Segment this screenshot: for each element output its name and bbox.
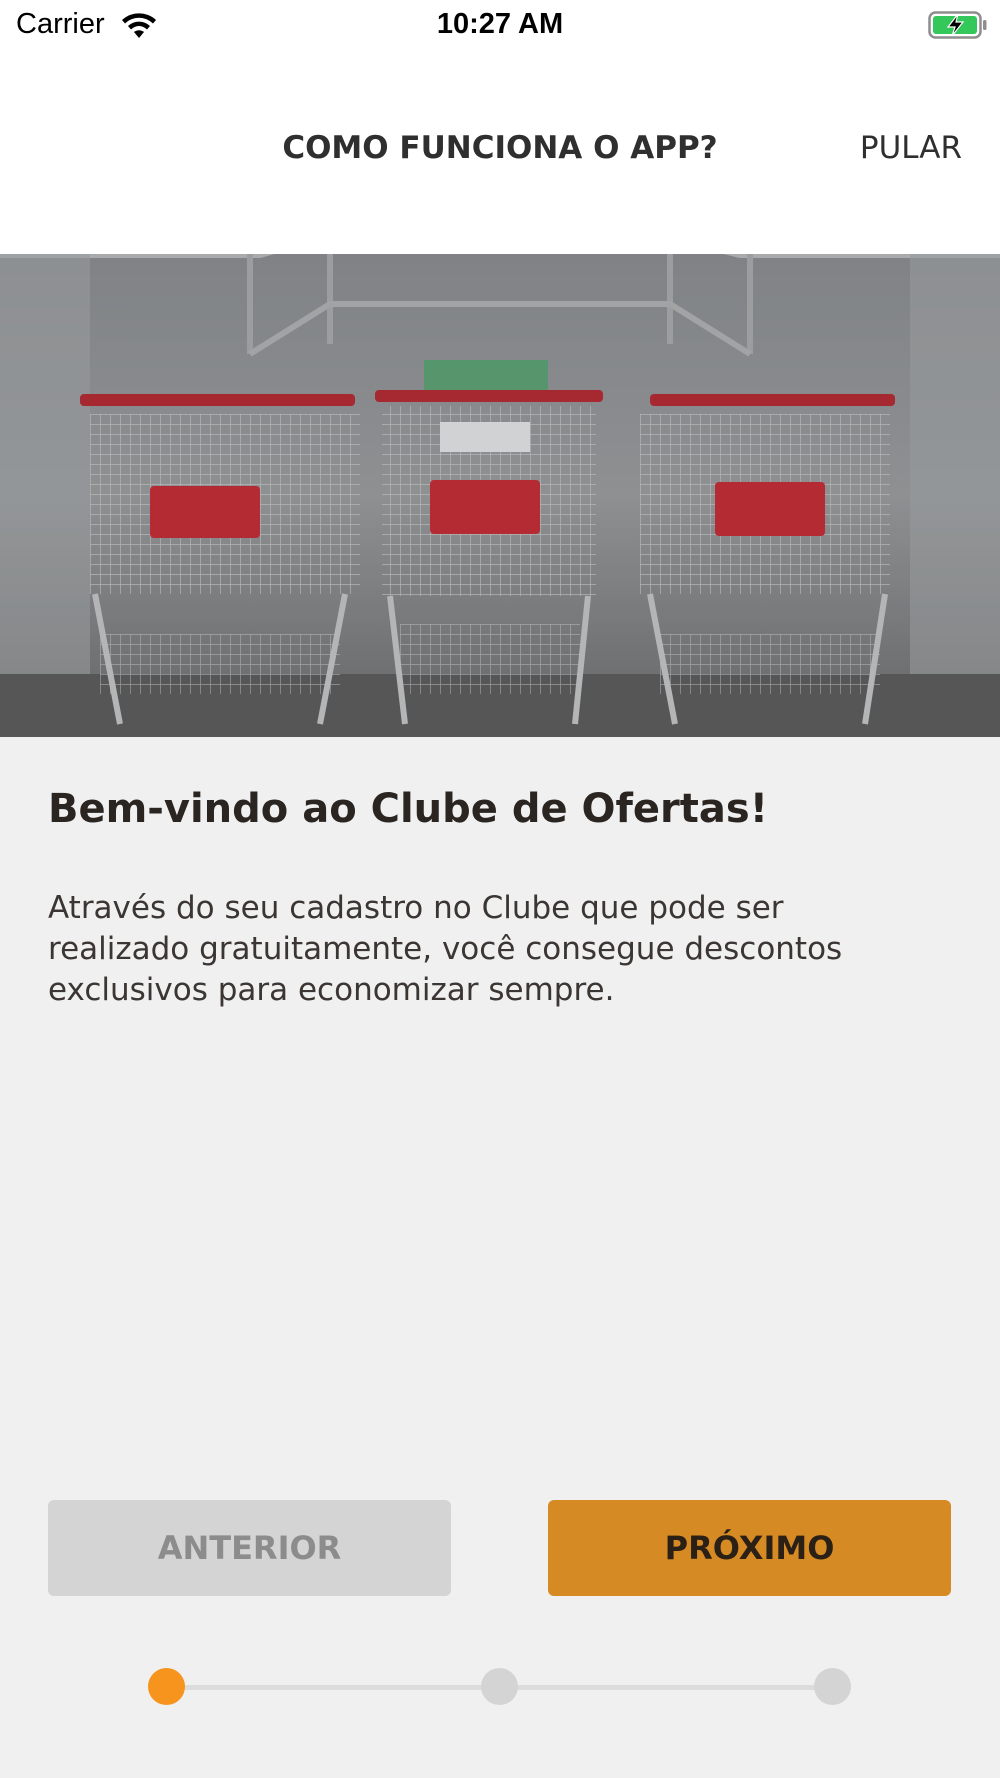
stepper-line	[500, 1685, 833, 1690]
shopping-carts-illustration	[0, 254, 1000, 737]
step-dot-3[interactable]	[814, 1668, 851, 1705]
page-title: COMO FUNCIONA O APP?	[282, 130, 718, 166]
hero-image	[0, 254, 1000, 737]
welcome-description: Através do seu cadastro no Clube que pod…	[48, 890, 843, 1008]
battery-charging-icon	[928, 11, 987, 39]
step-dot-1[interactable]	[148, 1668, 185, 1705]
page-stepper	[0, 1650, 1000, 1725]
skip-button[interactable]: PULAR	[860, 130, 962, 166]
status-time: 10:27 AM	[436, 8, 564, 40]
step-dot-2[interactable]	[481, 1668, 518, 1705]
header-bar: COMO FUNCIONA O APP? PULAR	[0, 52, 1000, 254]
previous-button[interactable]: ANTERIOR	[48, 1500, 451, 1596]
welcome-title: Bem-vindo ao Clube de Ofertas!	[48, 786, 768, 832]
status-bar: Carrier 10:27 AM	[0, 0, 1000, 52]
next-button[interactable]: PRÓXIMO	[548, 1500, 951, 1596]
stepper-line	[167, 1685, 500, 1690]
